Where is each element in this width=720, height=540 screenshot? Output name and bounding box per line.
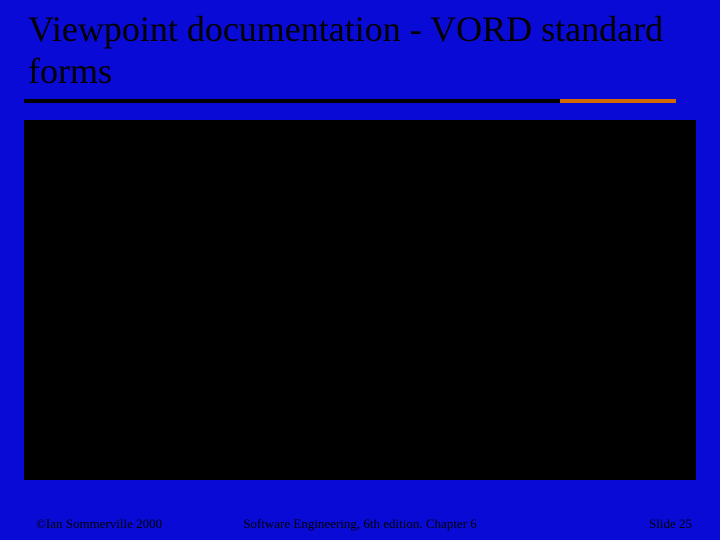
slide: Viewpoint documentation - VORD standard …: [0, 0, 720, 540]
slide-body: [24, 120, 696, 480]
title-block: Viewpoint documentation - VORD standard …: [0, 0, 720, 93]
footer-right: Slide 25: [649, 517, 692, 530]
footer-left: ©Ian Sommerville 2000: [36, 517, 162, 530]
footer: ©Ian Sommerville 2000 Software Engineeri…: [0, 517, 720, 530]
footer-center: Software Engineering, 6th edition. Chapt…: [243, 517, 477, 530]
title-divider: [24, 99, 676, 103]
slide-title: Viewpoint documentation - VORD standard …: [28, 8, 720, 93]
